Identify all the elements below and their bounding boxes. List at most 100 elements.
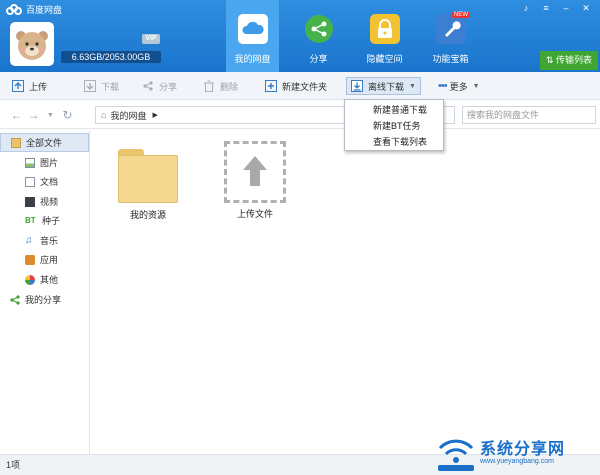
sidebar-item-videos[interactable]: 视频 — [0, 192, 89, 211]
download-icon — [84, 80, 96, 92]
sidebar-item-apps[interactable]: 应用 — [0, 250, 89, 269]
image-icon — [25, 157, 35, 168]
all-files-icon — [11, 137, 21, 148]
chevron-down-icon: ▼ — [472, 82, 480, 90]
transfer-label: 传输列表 — [556, 55, 593, 65]
back-arrow-icon[interactable]: ← — [8, 108, 25, 124]
breadcrumb-root[interactable]: 我的网盘 — [110, 109, 146, 122]
storage-quota: 6.63GB/2053.00GB — [61, 51, 161, 63]
upload-button[interactable]: 上传 — [12, 77, 47, 95]
user-avatar[interactable] — [10, 22, 54, 66]
window-controls: ♪ ≡ – ✕ — [516, 2, 596, 14]
new-badge: NEW — [452, 12, 470, 18]
tab-label: 功能宝箱 — [432, 54, 469, 64]
watermark-url: www.yueyangbang.com — [480, 458, 554, 465]
share-label: 分享 — [159, 81, 178, 92]
document-icon — [25, 176, 35, 187]
offline-download-button[interactable]: 离线下载 ▼ — [346, 77, 421, 95]
sidebar-item-label: 我的分享 — [25, 295, 62, 305]
menu-item-new-bt-task[interactable]: 新建BT任务 — [345, 118, 443, 134]
close-icon[interactable]: ✕ — [576, 2, 596, 14]
tab-label: 隐藏空间 — [366, 54, 403, 64]
sidebar-item-other[interactable]: 其他 — [0, 270, 89, 289]
tab-share[interactable]: 分享 — [292, 0, 345, 72]
sidebar-item-images[interactable]: 图片 — [0, 153, 89, 172]
file-name: 我的资源 — [129, 210, 166, 220]
transfer-icon: ⇅ — [545, 55, 557, 65]
baidu-cloud-logo-icon — [6, 3, 22, 16]
sidebar-item-my-share[interactable]: 我的分享 — [0, 290, 89, 309]
site-watermark: 系统分享网 www.yueyangbang.com — [434, 432, 594, 474]
offline-download-label: 离线下载 — [368, 81, 405, 92]
bt-icon: BT — [25, 215, 36, 225]
file-item-folder[interactable]: 我的资源 — [108, 149, 188, 221]
sidebar-item-label: 音乐 — [40, 236, 59, 246]
tab-my-drive[interactable]: 我的网盘 — [226, 0, 279, 72]
more-label: 更多 — [449, 81, 468, 92]
app-title-row: 百度网盘 — [6, 3, 62, 16]
download-label: 下载 — [101, 81, 120, 92]
notification-bell-icon[interactable]: ♪ — [516, 2, 536, 14]
folder-icon — [118, 149, 178, 203]
menu-item-view-download-list[interactable]: 查看下载列表 — [345, 134, 443, 150]
dropdown-arrow-icon[interactable]: ▼ — [42, 108, 59, 124]
forward-arrow-icon[interactable]: → — [25, 108, 42, 124]
sidebar-item-label: 其他 — [40, 275, 59, 285]
watermark-text: 系统分享网 — [480, 441, 566, 458]
upload-arrow-icon — [224, 141, 286, 203]
sidebar-item-torrents[interactable]: BT 种子 — [0, 211, 89, 230]
video-icon — [25, 196, 35, 207]
tab-toolbox[interactable]: NEW 功能宝箱 — [424, 0, 477, 72]
sidebar-item-all-files[interactable]: 全部文件 — [0, 133, 89, 152]
new-folder-button[interactable]: 新建文件夹 — [265, 77, 327, 95]
top-header: 百度网盘 VIP 6.63GB/2053.00GB 我的网盘 分享 隐藏空间 N… — [0, 0, 600, 72]
address-bar: ← → ▼ ↻ ⌂ 我的网盘 ▶ 搜索我的网盘文件 — [0, 101, 600, 129]
new-folder-icon — [265, 80, 277, 92]
tab-hidden-space[interactable]: 隐藏空间 — [358, 0, 411, 72]
sidebar-item-label: 文档 — [40, 177, 59, 187]
delete-button[interactable]: 删除 — [203, 77, 238, 95]
transfer-list-button[interactable]: ⇅ 传输列表 — [540, 51, 598, 70]
share-button[interactable]: 分享 — [142, 77, 177, 95]
sidebar-item-label: 种子 — [42, 216, 61, 226]
tab-label: 分享 — [309, 54, 328, 64]
chevron-down-icon: ▼ — [409, 82, 416, 90]
more-dots-icon: ••• — [438, 80, 448, 92]
search-input[interactable]: 搜索我的网盘文件 — [462, 106, 596, 124]
vip-badge[interactable]: VIP — [142, 34, 160, 44]
upload-label: 上传 — [29, 81, 48, 92]
share-icon — [304, 14, 334, 44]
cloud-icon — [238, 14, 268, 44]
sidebar-item-label: 图片 — [40, 158, 59, 168]
lock-icon — [370, 14, 400, 44]
breadcrumb-chevron-icon[interactable]: ▶ — [152, 111, 157, 119]
home-icon[interactable]: ⌂ — [101, 110, 106, 120]
sidebar-item-label: 应用 — [40, 255, 59, 265]
delete-label: 删除 — [220, 81, 239, 92]
file-item-upload[interactable]: 上传文件 — [215, 141, 295, 220]
offline-download-icon — [351, 80, 363, 92]
app-title: 百度网盘 — [26, 5, 63, 15]
sidebar: 全部文件 图片 文档 视频 BT 种子 ♫ 音乐 应用 其他 我的分享 — [0, 130, 90, 454]
offline-download-menu: 新建普通下载 新建BT任务 查看下载列表 — [344, 99, 444, 151]
new-folder-label: 新建文件夹 — [282, 81, 328, 92]
menu-item-new-download[interactable]: 新建普通下载 — [345, 102, 443, 118]
item-count: 1项 — [6, 460, 21, 470]
share-icon — [142, 80, 154, 92]
sidebar-item-documents[interactable]: 文档 — [0, 172, 89, 191]
trash-icon — [203, 80, 215, 92]
refresh-icon[interactable]: ↻ — [59, 108, 76, 124]
upload-icon — [12, 80, 24, 92]
sidebar-item-music[interactable]: ♫ 音乐 — [0, 231, 89, 250]
sidebar-item-label: 全部文件 — [26, 138, 63, 148]
toolbar: 上传 下载 分享 删除 新建文件夹 离线下载 ▼ ••• 更多 ▼ — [0, 72, 600, 100]
tab-label: 我的网盘 — [234, 54, 271, 64]
share-icon — [10, 294, 20, 305]
music-icon: ♫ — [25, 234, 33, 246]
download-button[interactable]: 下载 — [84, 77, 119, 95]
more-button[interactable]: ••• 更多 ▼ — [438, 77, 480, 95]
search-placeholder: 搜索我的网盘文件 — [467, 110, 540, 120]
minimize-icon[interactable]: – — [556, 2, 576, 14]
menu-icon[interactable]: ≡ — [536, 2, 556, 14]
wrench-icon — [436, 14, 466, 44]
